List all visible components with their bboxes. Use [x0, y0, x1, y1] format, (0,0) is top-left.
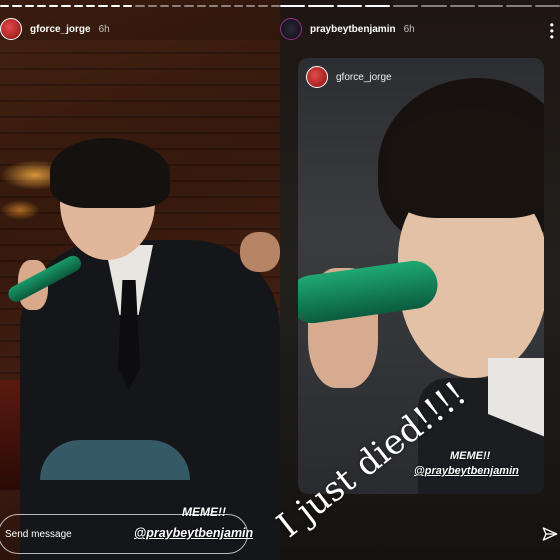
singer-suit: [20, 240, 280, 560]
avatar[interactable]: [306, 66, 328, 88]
jeans: [40, 440, 190, 480]
story-username[interactable]: praybeytbenjamin: [310, 24, 396, 35]
meme-sticker: MEME!!: [450, 450, 491, 462]
story-progress-bar: [280, 5, 560, 7]
story-progress-bar: [0, 5, 280, 7]
story-username[interactable]: gforce_jorge: [30, 24, 91, 35]
hand: [240, 232, 280, 272]
singer-hair: [388, 108, 544, 218]
send-message-placeholder: Send message: [5, 528, 72, 540]
more-options-icon[interactable]: • • •: [550, 19, 554, 43]
shared-post-username[interactable]: gforce_jorge: [336, 72, 392, 83]
send-message-input[interactable]: Send message: [0, 514, 248, 554]
story-timestamp: 6h: [403, 23, 415, 35]
shared-post-header: gforce_jorge: [306, 66, 392, 88]
mention-sticker[interactable]: @praybeytbenjamin: [414, 465, 519, 477]
story-left[interactable]: gforce_jorge 6h MEME!! @praybeytbenjamin…: [0, 0, 280, 560]
story-header: praybeytbenjamin 6h • • •: [280, 14, 560, 44]
avatar[interactable]: [0, 18, 22, 40]
story-timestamp: 6h: [98, 23, 110, 35]
story-header: gforce_jorge 6h: [0, 14, 280, 44]
singer-hair: [50, 138, 170, 208]
stage-light: [0, 200, 40, 220]
avatar[interactable]: [280, 18, 302, 40]
paper-plane-icon[interactable]: [542, 526, 558, 542]
